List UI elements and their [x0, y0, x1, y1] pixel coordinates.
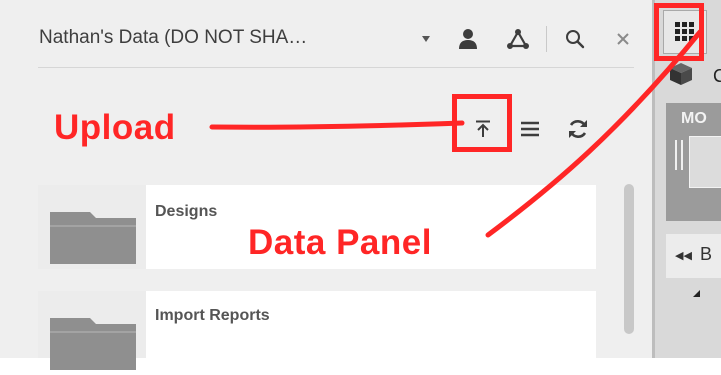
document-title-fragment: C: [713, 66, 721, 86]
dropdown-arrow-icon[interactable]: [418, 22, 434, 56]
upload-annotation-label: Upload: [54, 108, 176, 147]
data-panel-annotation-label: Data Panel: [248, 223, 432, 262]
collapse-arrows-icon[interactable]: ◀◀: [675, 249, 692, 262]
model-workspace-label[interactable]: MO: [681, 110, 707, 128]
cube-icon: [669, 62, 693, 91]
scrollbar-thumb[interactable]: [624, 184, 634, 334]
search-icon[interactable]: [560, 22, 590, 56]
close-icon[interactable]: [612, 22, 634, 56]
item-name: Import Reports: [155, 307, 270, 324]
expand-triangle-icon[interactable]: [693, 290, 700, 297]
data-panel-highlight-box: [654, 3, 704, 61]
upload-highlight-box: [452, 94, 512, 152]
data-panel-header: Nathan's Data (DO NOT SHA…: [0, 0, 652, 70]
list-item[interactable]: Import Reports: [38, 291, 596, 370]
folder-icon: [50, 212, 136, 269]
workspace-tool-button[interactable]: [689, 136, 721, 188]
folder-icon: [50, 318, 136, 375]
browser-label: B: [700, 244, 713, 264]
list-view-icon[interactable]: [512, 112, 548, 146]
item-name: Designs: [155, 203, 218, 220]
refresh-icon[interactable]: [560, 112, 596, 146]
user-icon[interactable]: [453, 22, 483, 56]
toolbar-grip[interactable]: [675, 140, 683, 170]
header-divider: [38, 67, 634, 68]
people-hub-icon[interactable]: [503, 22, 533, 56]
project-title[interactable]: Nathan's Data (DO NOT SHA…: [39, 27, 307, 49]
header-separator: [546, 26, 547, 52]
data-panel: Nathan's Data (DO NOT SHA… Designs Impor…: [0, 0, 652, 370]
